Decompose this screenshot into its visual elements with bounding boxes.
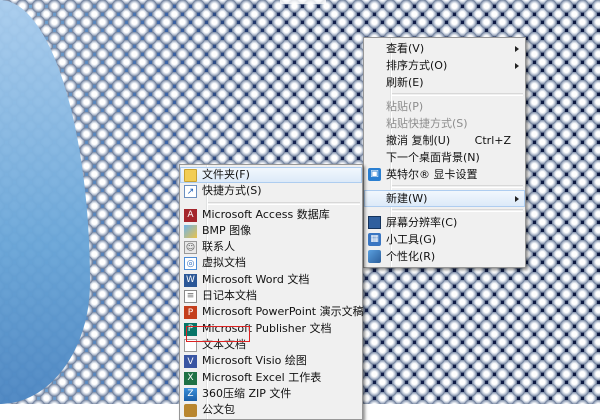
menu-item-sort-by[interactable]: 排序方式(O) bbox=[364, 57, 525, 74]
menu-item-label: 英特尔® 显卡设置 bbox=[386, 168, 478, 181]
menu-item-label: BMP 图像 bbox=[202, 223, 252, 237]
submenu-item-journal[interactable]: ≡ 日记本文档 bbox=[180, 288, 362, 304]
desktop-top-label bbox=[280, 0, 326, 4]
menu-item-label: 文件夹(F) bbox=[202, 168, 250, 181]
new-submenu: 文件夹(F) ↗ 快捷方式(S) A Microsoft Access 数据库 … bbox=[179, 164, 364, 420]
menu-item-paste[interactable]: 粘贴(P) bbox=[364, 98, 525, 115]
contact-icon: ☺ bbox=[184, 241, 197, 255]
menu-item-personalize[interactable]: 个性化(R) bbox=[364, 248, 525, 265]
submenu-arrow-icon bbox=[515, 63, 519, 69]
menu-item-refresh[interactable]: 刷新(E) bbox=[364, 74, 525, 91]
submenu-item-access[interactable]: A Microsoft Access 数据库 bbox=[180, 207, 362, 223]
menu-item-label: 粘贴快捷方式(S) bbox=[386, 117, 468, 130]
menu-item-next-background[interactable]: 下一个桌面背景(N) bbox=[364, 149, 525, 166]
menu-item-label: 屏幕分辨率(C) bbox=[386, 216, 458, 229]
menu-item-label: Microsoft Excel 工作表 bbox=[202, 370, 322, 384]
submenu-arrow-icon bbox=[515, 196, 519, 202]
submenu-item-visio[interactable]: V Microsoft Visio 绘图 bbox=[180, 353, 362, 369]
submenu-item-excel[interactable]: X Microsoft Excel 工作表 bbox=[180, 370, 362, 386]
zip-icon: Z bbox=[184, 387, 197, 401]
folder-icon bbox=[184, 169, 197, 182]
monitor-icon bbox=[368, 216, 381, 229]
powerpoint-icon: P bbox=[184, 306, 197, 320]
menu-item-label: 排序方式(O) bbox=[386, 59, 448, 72]
desktop-context-menu: 查看(V) 排序方式(O) 刷新(E) 粘贴(P) 粘贴快捷方式(S) 撤消 复… bbox=[363, 37, 526, 268]
menu-item-label: 公文包 bbox=[202, 403, 235, 417]
menu-item-new[interactable]: 新建(W) bbox=[364, 190, 525, 207]
menu-item-label: 撤消 复制(U) bbox=[386, 134, 451, 147]
menu-separator bbox=[392, 209, 523, 212]
menu-item-gadgets[interactable]: ▦ 小工具(G) bbox=[364, 231, 525, 248]
journal-icon: ≡ bbox=[184, 290, 197, 304]
menu-item-label: Microsoft PowerPoint 演示文稿 bbox=[202, 305, 364, 319]
submenu-arrow-icon bbox=[515, 46, 519, 52]
intel-graphics-icon: ▣ bbox=[368, 168, 381, 181]
menu-item-label: 日记本文档 bbox=[202, 289, 257, 303]
menu-item-label: 查看(V) bbox=[386, 42, 425, 55]
menu-item-label: Microsoft Word 文档 bbox=[202, 272, 310, 286]
submenu-item-contact[interactable]: ☺ 联系人 bbox=[180, 239, 362, 255]
menu-separator bbox=[392, 185, 523, 188]
menu-item-label: 粘贴(P) bbox=[386, 100, 424, 113]
menu-separator bbox=[208, 201, 360, 205]
bmp-icon bbox=[184, 224, 197, 238]
submenu-item-zip[interactable]: Z 360压缩 ZIP 文件 bbox=[180, 386, 362, 402]
menu-item-intel-graphics[interactable]: ▣ 英特尔® 显卡设置 bbox=[364, 166, 525, 183]
menu-item-label: 新建(W) bbox=[386, 192, 428, 205]
menu-item-label: Microsoft Visio 绘图 bbox=[202, 354, 307, 368]
submenu-item-shortcut[interactable]: ↗ 快捷方式(S) bbox=[180, 183, 362, 199]
menu-shortcut: Ctrl+Z bbox=[474, 134, 511, 147]
word-icon: W bbox=[184, 273, 197, 287]
menu-item-label: 个性化(R) bbox=[386, 250, 436, 263]
menu-separator bbox=[392, 93, 523, 96]
menu-item-label: 刷新(E) bbox=[386, 76, 424, 89]
briefcase-icon bbox=[184, 404, 197, 418]
visio-icon: V bbox=[184, 355, 197, 369]
menu-item-label: 小工具(G) bbox=[386, 233, 437, 246]
menu-item-label: 快捷方式(S) bbox=[202, 184, 262, 198]
submenu-item-powerpoint[interactable]: P Microsoft PowerPoint 演示文稿 bbox=[180, 304, 364, 320]
gadgets-icon: ▦ bbox=[368, 233, 381, 246]
text-doc-highlight-box bbox=[186, 326, 250, 342]
menu-item-label: 360压缩 ZIP 文件 bbox=[202, 386, 292, 400]
menu-item-screen-resolution[interactable]: 屏幕分辨率(C) bbox=[364, 214, 525, 231]
menu-item-label: 虚拟文档 bbox=[202, 256, 246, 270]
menu-item-label: 联系人 bbox=[202, 240, 235, 254]
menu-item-label: Microsoft Access 数据库 bbox=[202, 207, 330, 221]
sky-area bbox=[0, 0, 90, 404]
shortcut-icon: ↗ bbox=[184, 185, 197, 199]
personalize-icon bbox=[368, 250, 381, 263]
submenu-item-word[interactable]: W Microsoft Word 文档 bbox=[180, 272, 362, 288]
submenu-item-virtual-doc[interactable]: ◎ 虚拟文档 bbox=[180, 255, 362, 271]
menu-item-view[interactable]: 查看(V) bbox=[364, 40, 525, 57]
submenu-item-bmp[interactable]: BMP 图像 bbox=[180, 223, 362, 239]
virtual-doc-icon: ◎ bbox=[184, 257, 197, 271]
menu-item-undo-copy[interactable]: 撤消 复制(U) Ctrl+Z bbox=[364, 132, 525, 149]
menu-item-label: 下一个桌面背景(N) bbox=[386, 151, 480, 164]
menu-item-paste-shortcut[interactable]: 粘贴快捷方式(S) bbox=[364, 115, 525, 132]
excel-icon: X bbox=[184, 371, 197, 385]
access-icon: A bbox=[184, 208, 197, 222]
submenu-item-folder[interactable]: 文件夹(F) bbox=[180, 167, 362, 184]
submenu-item-briefcase[interactable]: 公文包 bbox=[180, 402, 362, 418]
